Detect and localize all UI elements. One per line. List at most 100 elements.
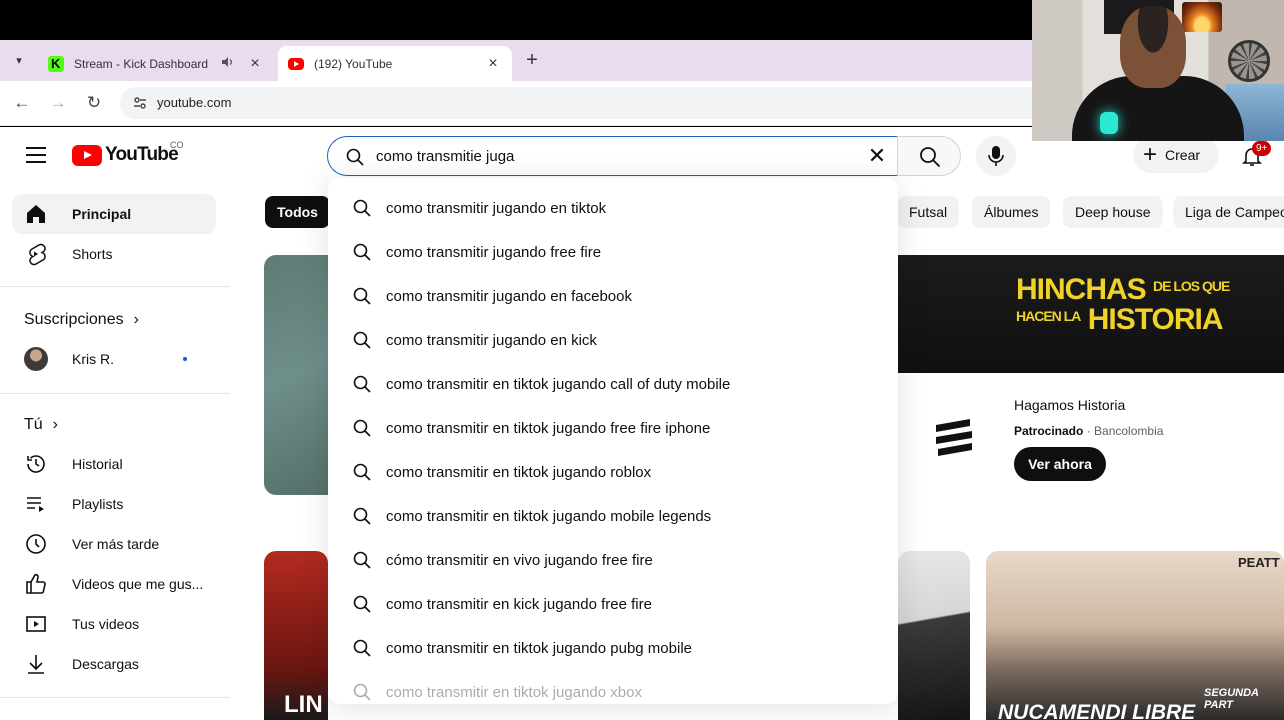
suggestion-text: como transmitir en tiktok jugando xbox bbox=[386, 683, 642, 701]
sidebar-item-your-videos[interactable]: Tus videos bbox=[12, 604, 216, 644]
create-button[interactable]: + Crear bbox=[1133, 137, 1219, 173]
sidebar-item-playlists[interactable]: Playlists bbox=[12, 484, 216, 524]
search-icon bbox=[353, 595, 371, 613]
search-suggestion[interactable]: como transmitir jugando free fire bbox=[328, 230, 898, 274]
search-suggestion[interactable]: como transmitir en tiktok jugando free f… bbox=[328, 406, 898, 450]
menu-icon[interactable] bbox=[26, 147, 46, 163]
thumbnail-logo: PEATT bbox=[1238, 555, 1280, 570]
search-suggestion[interactable]: como transmitir en tiktok jugando call o… bbox=[328, 362, 898, 406]
suggestion-text: como transmitir en tiktok jugando mobile… bbox=[386, 507, 712, 525]
search-icon bbox=[353, 463, 371, 481]
watch-now-button[interactable]: Ver ahora bbox=[1014, 447, 1106, 481]
chip-deep-house[interactable]: Deep house bbox=[1063, 196, 1163, 228]
search-icon bbox=[920, 147, 941, 168]
reload-icon[interactable]: ↻ bbox=[82, 91, 106, 115]
search-suggestion[interactable]: como transmitir jugando en tiktok bbox=[328, 186, 898, 230]
video-thumbnail[interactable] bbox=[898, 551, 970, 720]
sidebar-item-watch-later[interactable]: Ver más tarde bbox=[12, 524, 216, 564]
avatar bbox=[24, 347, 48, 371]
search-icon bbox=[353, 683, 371, 701]
video-thumbnail[interactable]: PEATT SEGUNDA PART NUCAMENDI LIBRE bbox=[986, 551, 1284, 720]
sidebar-heading-subscriptions[interactable]: Suscripciones › bbox=[24, 311, 139, 329]
sidebar-item-label: Historial bbox=[72, 456, 123, 472]
suggestion-text: como transmitir jugando en facebook bbox=[386, 287, 632, 305]
search-suggestion[interactable]: como transmitir en tiktok jugando xbox bbox=[328, 670, 898, 704]
search-suggestion[interactable]: como transmitir en kick jugando free fir… bbox=[328, 582, 898, 626]
youtube-logo[interactable]: YouTube bbox=[72, 144, 179, 166]
search-input[interactable]: como transmitie juga ✕ bbox=[327, 136, 898, 176]
sidebar-item-label: Descargas bbox=[72, 656, 139, 672]
create-label: Crear bbox=[1165, 147, 1201, 163]
video-thumbnail[interactable] bbox=[264, 255, 328, 495]
search-query-text: como transmitie juga bbox=[376, 148, 515, 165]
suggestion-text: como transmitir en kick jugando free fir… bbox=[386, 595, 652, 613]
clear-search-icon[interactable]: ✕ bbox=[863, 142, 891, 170]
search-icon bbox=[353, 375, 371, 393]
history-icon bbox=[27, 455, 45, 473]
suggestion-text: como transmitir jugando en kick bbox=[386, 331, 597, 349]
plus-icon: + bbox=[1143, 141, 1158, 168]
search-suggestion[interactable]: como transmitir en tiktok jugando mobile… bbox=[328, 494, 898, 538]
forward-arrow-icon[interactable]: → bbox=[46, 91, 70, 115]
sponsored-label: Patrocinado bbox=[1014, 424, 1084, 438]
section-heading: Tú bbox=[24, 416, 43, 433]
sidebar-divider bbox=[0, 393, 230, 394]
logo-text: YouTube bbox=[105, 144, 179, 165]
tab-search-button[interactable]: ▾ bbox=[8, 50, 30, 72]
chip-liga-de-campeones[interactable]: Liga de Campeo bbox=[1173, 196, 1284, 228]
sidebar-item-label: Ver más tarde bbox=[72, 536, 160, 552]
sidebar-item-label: Kris R. bbox=[72, 351, 114, 367]
voice-search-button[interactable] bbox=[976, 136, 1016, 176]
sidebar-item-downloads[interactable]: Descargas bbox=[12, 644, 216, 684]
sidebar-divider bbox=[0, 697, 230, 698]
sidebar-item-label: Tus videos bbox=[72, 616, 140, 632]
new-content-dot bbox=[183, 357, 187, 361]
sidebar-heading-you[interactable]: Tú › bbox=[24, 416, 58, 434]
search-suggestion[interactable]: como transmitir en tiktok jugando roblox bbox=[328, 450, 898, 494]
sidebar-item-shorts[interactable]: Shorts bbox=[12, 234, 216, 274]
address-bar[interactable]: youtube.com bbox=[120, 87, 1080, 119]
ad-title[interactable]: Hagamos Historia bbox=[1014, 397, 1125, 413]
chip-all[interactable]: Todos bbox=[265, 196, 330, 228]
suggestion-text: como transmitir en tiktok jugando pubg m… bbox=[386, 639, 692, 657]
sidebar-item-label: Principal bbox=[72, 206, 132, 222]
new-tab-button[interactable]: + bbox=[522, 50, 542, 70]
shorts-icon bbox=[29, 243, 46, 266]
chip-albums[interactable]: Álbumes bbox=[972, 196, 1051, 228]
search-suggestion[interactable]: cómo transmitir en vivo jugando free fir… bbox=[328, 538, 898, 582]
tab-kick-dashboard[interactable]: Stream - Kick Dashboard × bbox=[38, 46, 274, 81]
youtube-icon bbox=[288, 57, 304, 70]
sidebar-item-principal[interactable]: Principal bbox=[12, 194, 216, 234]
thumbnail-badge: SEGUNDA PART bbox=[1204, 687, 1259, 711]
home-icon bbox=[27, 205, 45, 223]
search-icon bbox=[353, 331, 371, 349]
sidebar-item-history[interactable]: Historial bbox=[12, 444, 216, 484]
ad-banner-image[interactable]: HINCHAS DE LOS QUE HACEN LA HISTORIA bbox=[898, 255, 1284, 373]
sidebar-item-label: Playlists bbox=[72, 496, 124, 512]
sidebar-item-label: Shorts bbox=[72, 246, 113, 262]
suggestion-text: como transmitir jugando free fire bbox=[386, 243, 602, 261]
screen: ▾ Stream - Kick Dashboard × (192) YouTub… bbox=[0, 0, 1284, 720]
search-suggestion[interactable]: como transmitir en tiktok jugando pubg m… bbox=[328, 626, 898, 670]
video-thumbnail[interactable]: LIN bbox=[264, 551, 328, 720]
audio-playing-icon[interactable] bbox=[220, 55, 238, 72]
download-icon bbox=[28, 655, 44, 674]
chip-futsal[interactable]: Futsal bbox=[897, 196, 960, 228]
tab-youtube[interactable]: (192) YouTube × bbox=[278, 46, 512, 81]
playlists-icon bbox=[27, 497, 44, 512]
back-arrow-icon[interactable]: ← bbox=[10, 91, 34, 115]
close-tab-icon[interactable]: × bbox=[246, 55, 264, 73]
sidebar-item-liked-videos[interactable]: Videos que me gus... bbox=[12, 564, 216, 604]
phone-light bbox=[1100, 112, 1118, 134]
suggestion-text: como transmitir en tiktok jugando roblox bbox=[386, 463, 652, 481]
search-icon bbox=[353, 507, 371, 525]
youtube-page: YouTube CO como transmitie juga ✕ + Crea… bbox=[0, 127, 1284, 720]
your-videos-icon bbox=[26, 616, 46, 632]
search-button[interactable] bbox=[897, 136, 961, 176]
search-suggestion[interactable]: como transmitir jugando en kick bbox=[328, 318, 898, 362]
ad-headline: HINCHAS DE LOS QUE HACEN LA HISTORIA bbox=[1016, 273, 1230, 336]
site-settings-icon[interactable] bbox=[132, 95, 148, 111]
chevron-right-icon: › bbox=[133, 311, 139, 328]
search-suggestion[interactable]: como transmitir jugando en facebook bbox=[328, 274, 898, 318]
close-tab-icon[interactable]: × bbox=[484, 55, 502, 73]
